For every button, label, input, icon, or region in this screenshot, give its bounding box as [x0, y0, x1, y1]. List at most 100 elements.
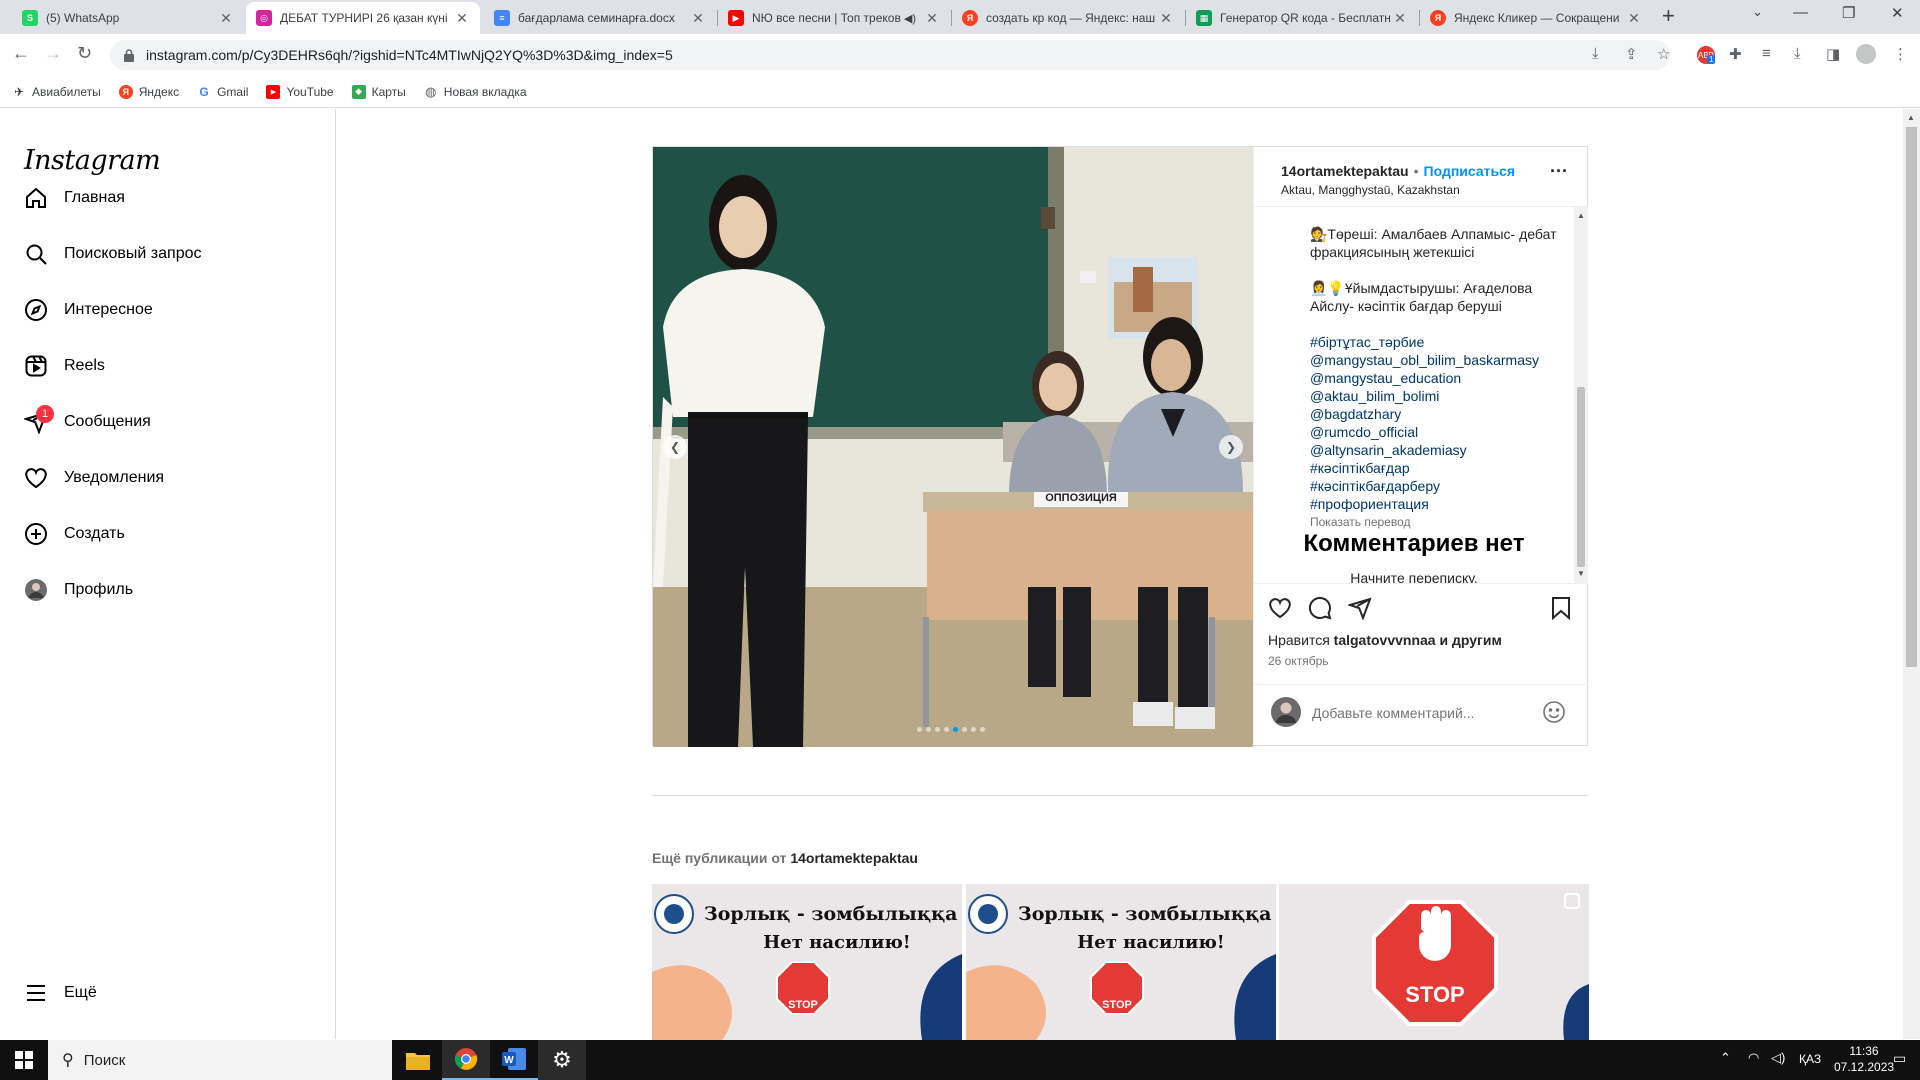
more-post-thumb[interactable]: STOP	[1279, 884, 1589, 1040]
volume-icon[interactable]: ◁)	[1771, 1050, 1785, 1066]
scrollbar-thumb[interactable]	[1906, 127, 1917, 667]
word-taskbar-icon[interactable]: W	[490, 1040, 538, 1080]
hashtag-link[interactable]: @rumcdo_official	[1310, 423, 1558, 441]
hashtag-link[interactable]: @altynsarin_akademiasy	[1310, 441, 1558, 459]
post-username[interactable]: 14ortamektepaktau	[1281, 163, 1409, 179]
nav-create[interactable]: Создать	[24, 514, 125, 554]
home-icon	[24, 186, 48, 210]
tab-instagram[interactable]: ◎ ДЕБАТ ТУРНИРІ 26 қазан күні ✕	[246, 2, 480, 34]
downloads-icon[interactable]: ⤓	[1794, 45, 1801, 62]
hashtag-link[interactable]: #кәсіптікбағдарберу	[1310, 477, 1558, 495]
menu-kebab-icon[interactable]: ⋮	[1893, 45, 1908, 63]
restore-button[interactable]: ❐	[1842, 4, 1855, 22]
nav-profile[interactable]: Профиль	[24, 570, 133, 610]
settings-gear-icon[interactable]: ⚙	[538, 1040, 586, 1080]
back-button[interactable]: ←	[12, 43, 30, 64]
close-tab-icon[interactable]: ✕	[690, 10, 706, 27]
caption-scrollbar[interactable]: ▲ ▼	[1574, 207, 1588, 583]
language-indicator[interactable]: ҚАЗ	[1799, 1052, 1821, 1066]
hashtag-link[interactable]: #кәсіптікбағдар	[1310, 459, 1558, 477]
close-tab-icon[interactable]: ✕	[218, 10, 234, 27]
share-icon[interactable]	[1346, 596, 1372, 625]
chrome-taskbar-icon[interactable]	[442, 1040, 490, 1080]
likes-user-link[interactable]: talgatovvvnnaa	[1334, 632, 1436, 648]
more-options-icon[interactable]: ···	[1550, 161, 1568, 182]
like-icon[interactable]	[1268, 596, 1292, 625]
address-bar[interactable]: instagram.com/p/Cy3DEHRs6qh/?igshid=NTc4…	[110, 40, 1670, 70]
bookmark-new-tab[interactable]: ◍ Новая вкладка	[424, 84, 526, 99]
post-location[interactable]: Aktau, Mangghystaū, Kazakhstan	[1281, 183, 1460, 197]
follow-button[interactable]: Подписаться	[1424, 163, 1516, 179]
comment-input[interactable]	[1312, 702, 1532, 724]
share-icon[interactable]: ⇪	[1625, 45, 1638, 63]
close-tab-icon[interactable]: ✕	[924, 10, 940, 27]
clock[interactable]: 11:36 07.12.2023	[1834, 1044, 1894, 1074]
close-tab-icon[interactable]: ✕	[1626, 10, 1642, 27]
forward-button[interactable]: →	[44, 43, 62, 64]
bookmark-youtube[interactable]: ▶ YouTube	[266, 84, 334, 99]
show-translation-link[interactable]: Показать перевод	[1310, 513, 1558, 531]
scroll-up-icon[interactable]: ▲	[1577, 211, 1585, 220]
tab-yandex-search[interactable]: Я создать кр код — Яндекс: наш ✕	[952, 2, 1184, 34]
nav-more[interactable]: Ещё	[24, 973, 97, 1013]
page-scrollbar[interactable]: ▲	[1903, 109, 1920, 1039]
tab-whatsapp[interactable]: S (5) WhatsApp ✕	[12, 2, 244, 34]
install-app-icon[interactable]: ⤓	[1592, 45, 1599, 62]
bookmark-gmail[interactable]: G Gmail	[197, 85, 248, 99]
more-posts-user-link[interactable]: 14ortamektepaktau	[790, 850, 918, 866]
side-panel-icon[interactable]: ◨	[1826, 45, 1840, 63]
caption-judge: 🧑‍⚖️Төреші: Амалбаев Алпамыс- дебат фрак…	[1310, 226, 1557, 260]
hashtag-link[interactable]: @mangystau_education	[1310, 369, 1558, 387]
reading-list-icon[interactable]: ≡	[1762, 45, 1771, 62]
comment-icon[interactable]	[1308, 596, 1332, 625]
minimize-button[interactable]: —	[1793, 4, 1808, 21]
extensions-puzzle-icon[interactable]: ✚	[1729, 45, 1742, 63]
emoji-icon[interactable]	[1542, 700, 1566, 729]
more-post-thumb[interactable]: Зорлық - зомбылыққа жо Нет насилию! STOP	[966, 884, 1276, 1040]
carousel-prev-button[interactable]: ❮	[663, 435, 687, 459]
save-bookmark-icon[interactable]	[1550, 596, 1572, 625]
bookmark-aviabilety[interactable]: ✈ Авиабилеты	[12, 85, 101, 99]
file-explorer-icon[interactable]	[394, 1040, 442, 1080]
tab-youtube[interactable]: ▶ NЮ все песни | Топ треков ◀) ✕	[718, 2, 950, 34]
tab-yandex-clicker[interactable]: Я Яндекс Кликер — Сокращени ✕	[1420, 2, 1652, 34]
bookmark-star-icon[interactable]: ☆	[1657, 45, 1670, 63]
nav-messages[interactable]: 1 Сообщения	[22, 402, 151, 442]
nav-explore[interactable]: Интересное	[24, 290, 153, 330]
nav-notifications[interactable]: Уведомления	[24, 458, 164, 498]
tab-search-icon[interactable]: ⌄	[1752, 4, 1763, 20]
tab-qr-generator[interactable]: ▦ Генератор QR кода - Бесплатн ✕	[1186, 2, 1418, 34]
adblock-extension-icon[interactable]: ABP 1	[1697, 46, 1716, 64]
close-tab-icon[interactable]: ✕	[454, 10, 470, 27]
bookmark-maps[interactable]: ◆ Карты	[351, 84, 406, 99]
nav-home[interactable]: Главная	[24, 178, 125, 218]
speaker-icon[interactable]: ◀)	[904, 12, 916, 25]
scroll-down-icon[interactable]: ▼	[1577, 569, 1585, 578]
instagram-logo[interactable]: Instagram	[24, 145, 161, 176]
hashtag-link[interactable]: #біртұтас_тәрбие	[1310, 333, 1558, 351]
close-window-button[interactable]: ✕	[1891, 4, 1904, 22]
scrollbar-thumb[interactable]	[1577, 387, 1585, 567]
more-post-thumb[interactable]: Зорлық - зомбылыққа жо Нет насилию! STOP	[652, 884, 962, 1040]
close-tab-icon[interactable]: ✕	[1158, 10, 1174, 27]
hashtag-link[interactable]: @aktau_bilim_bolimi	[1310, 387, 1558, 405]
reload-button[interactable]: ↻	[77, 43, 92, 64]
notifications-icon[interactable]: ▭	[1893, 1050, 1906, 1067]
wifi-icon[interactable]: ◠	[1748, 1050, 1759, 1066]
carousel-next-button[interactable]: ❯	[1219, 435, 1243, 459]
profile-avatar-icon[interactable]	[1856, 44, 1876, 64]
nav-search[interactable]: Поисковый запрос	[24, 234, 202, 274]
likes-suffix[interactable]: и другим	[1440, 632, 1502, 648]
windows-start-icon[interactable]	[0, 1040, 48, 1080]
hashtag-link[interactable]: @mangystau_obl_bilim_baskarmasy	[1310, 351, 1558, 369]
hashtag-link[interactable]: #профориентация	[1310, 495, 1558, 513]
taskbar-search[interactable]: ⚲ Поиск	[48, 1040, 392, 1080]
bookmark-yandex[interactable]: Я Яндекс	[118, 84, 179, 99]
new-tab-button[interactable]: +	[1662, 4, 1675, 28]
nav-reels[interactable]: Reels	[24, 346, 105, 386]
close-tab-icon[interactable]: ✕	[1392, 10, 1408, 27]
hashtag-link[interactable]: @bagdatzhary	[1310, 405, 1558, 423]
scroll-up-icon[interactable]: ▲	[1907, 113, 1915, 122]
tab-docs[interactable]: ≡ бағдарлама семинарға.docx ✕	[484, 2, 716, 34]
tray-chevron-icon[interactable]: ⌃	[1720, 1050, 1731, 1066]
